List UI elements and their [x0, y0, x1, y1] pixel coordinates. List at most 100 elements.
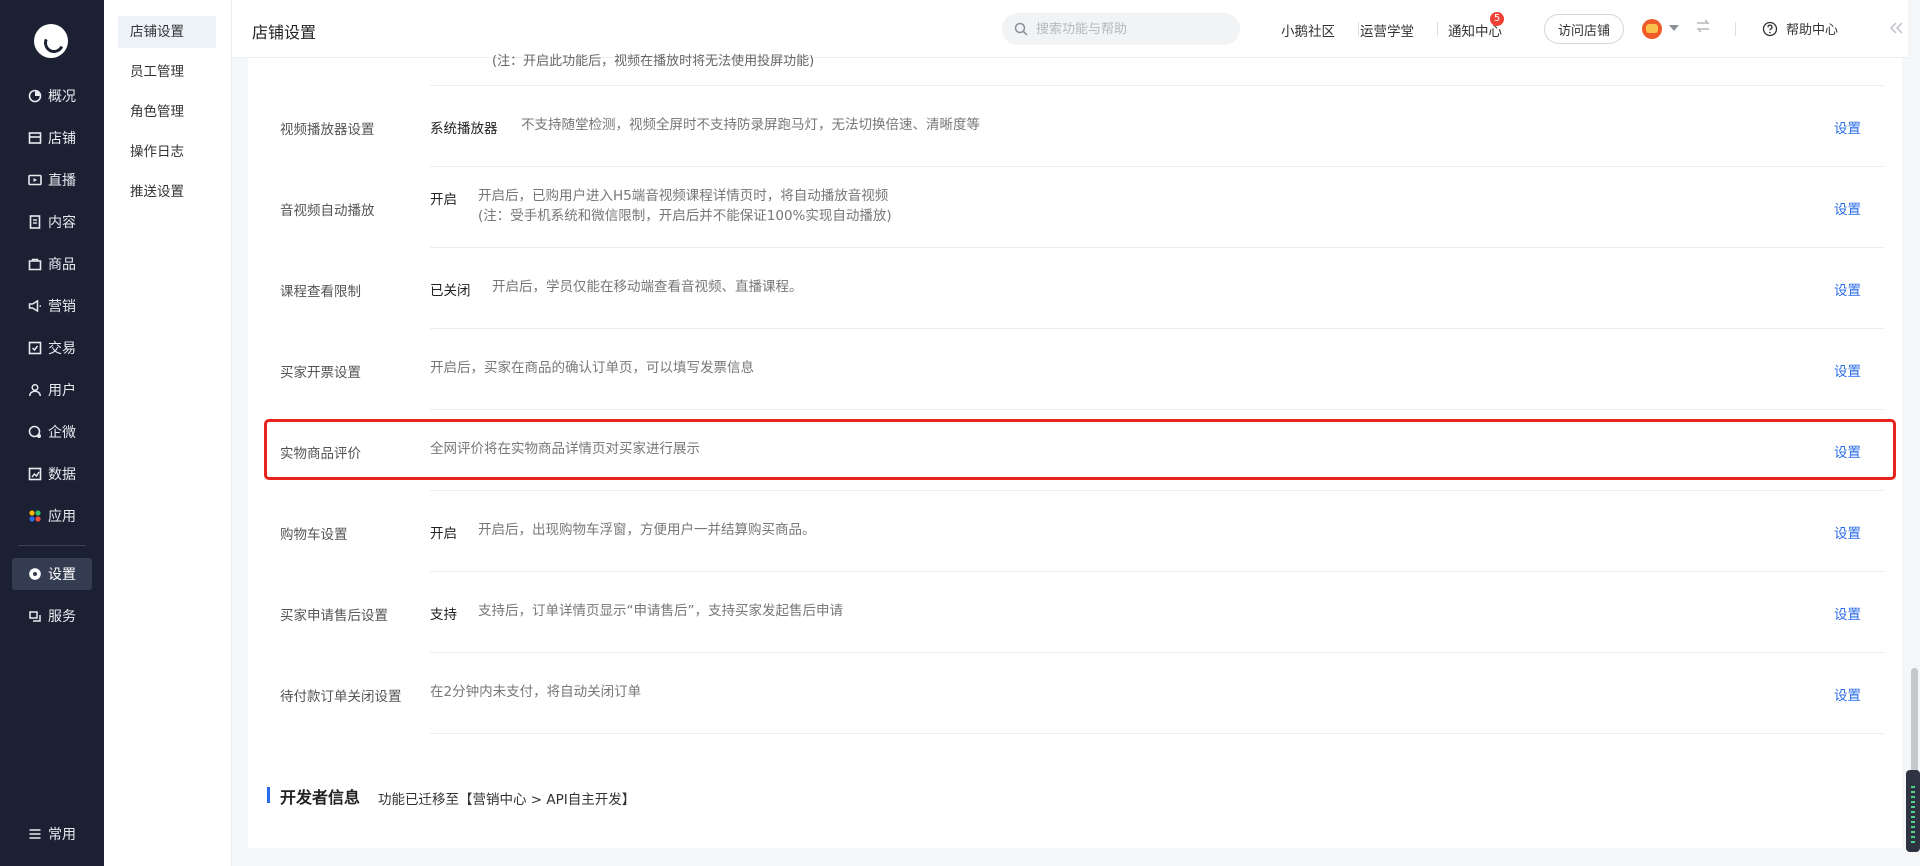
help-label: 帮助中心	[1786, 23, 1839, 38]
shop-icon	[28, 131, 42, 145]
setting-desc-note: (注：受手机系统和微信限制，开启后并不能保证100%实现自动播放)	[478, 208, 892, 224]
trade-icon	[28, 341, 42, 355]
help-center-link[interactable]: 帮助中心	[1762, 19, 1838, 38]
setting-link-cart[interactable]: 设置	[1834, 522, 1861, 542]
setting-link-unpaid-close[interactable]: 设置	[1834, 684, 1861, 704]
nav-label: 用户	[48, 383, 76, 399]
user-icon	[28, 383, 42, 397]
nav-item-live[interactable]: 直播	[12, 164, 92, 196]
collapse-icon[interactable]	[1886, 18, 1906, 38]
cut-off-note: (注：开启此功能后，视频在播放时将无法使用投屏功能)	[492, 54, 815, 69]
developer-section-desc: 功能已迁移至【营销中心 > API自主开发】	[378, 792, 636, 808]
nav-label: 常用	[48, 827, 76, 843]
nav-item-settings[interactable]: 设置	[12, 558, 92, 590]
nav-label: 应用	[48, 509, 76, 525]
setting-label: 课程查看限制	[280, 284, 361, 300]
wecom-icon	[28, 425, 42, 439]
nav-item-common[interactable]: 常用	[12, 818, 92, 850]
setting-link-aftersale[interactable]: 设置	[1834, 603, 1861, 623]
nav-item-service[interactable]: 服务	[12, 600, 92, 632]
gear-icon	[28, 567, 42, 581]
nav-item-user[interactable]: 用户	[12, 374, 92, 406]
nav-item-shop[interactable]: 店铺	[12, 122, 92, 154]
setting-link-invoice[interactable]: 设置	[1834, 360, 1861, 380]
row-divider	[430, 490, 1884, 491]
setting-label: 买家开票设置	[280, 365, 361, 381]
setting-link-player[interactable]: 设置	[1834, 117, 1861, 137]
avatar[interactable]	[1642, 19, 1662, 39]
row-divider	[430, 571, 1884, 572]
nav-item-goods[interactable]: 商品	[12, 248, 92, 280]
apps-icon	[28, 509, 42, 523]
service-icon	[28, 609, 42, 623]
search-box[interactable]	[1002, 13, 1240, 45]
notification-badge: 5	[1490, 12, 1504, 26]
row-divider	[430, 652, 1884, 653]
row-divider	[430, 328, 1884, 329]
nav-item-trade[interactable]: 交易	[12, 332, 92, 364]
nav-item-overview[interactable]: 概况	[12, 80, 92, 112]
setting-link-view-limit[interactable]: 设置	[1834, 279, 1861, 299]
page-title: 店铺设置	[252, 23, 317, 42]
setting-label: 购物车设置	[280, 527, 348, 543]
nav-label: 企微	[48, 425, 76, 441]
setting-desc: 开启后，出现购物车浮窗，方便用户一并结算购买商品。	[478, 522, 816, 538]
setting-status: 系统播放器	[430, 121, 498, 137]
setting-desc: 在2分钟内未支付，将自动关闭订单	[430, 684, 642, 700]
setting-label: 待付款订单关闭设置	[280, 689, 402, 705]
nav-label: 交易	[48, 341, 76, 357]
marketing-icon	[28, 299, 42, 313]
submenu-item-staff[interactable]: 员工管理	[118, 56, 216, 88]
nav-label: 概况	[48, 89, 76, 105]
setting-link-autoplay[interactable]: 设置	[1834, 198, 1861, 218]
row-divider	[430, 85, 1884, 86]
setting-label: 音视频自动播放	[280, 203, 375, 219]
nav-item-content[interactable]: 内容	[12, 206, 92, 238]
app-logo[interactable]	[34, 24, 68, 58]
list-icon	[28, 827, 42, 841]
nav-label: 店铺	[48, 131, 76, 147]
main-nav: 概况 店铺 直播 内容 商品 营销 交易 用户 企微 数据 应用 设置 服务 常…	[0, 0, 104, 866]
header-divider	[1735, 22, 1736, 36]
nav-label: 内容	[48, 215, 76, 231]
nav-item-apps[interactable]: 应用	[12, 500, 92, 532]
academy-link[interactable]: 运营学堂	[1360, 20, 1414, 40]
goods-icon	[28, 257, 42, 271]
search-icon	[1014, 22, 1028, 36]
developer-section-title: 开发者信息	[280, 788, 361, 807]
setting-status: 支持	[430, 607, 457, 623]
live-icon	[28, 173, 42, 187]
setting-desc: 不支持随堂检测，视频全屏时不支持防录屏跑马灯，无法切换倍速、清晰度等	[521, 117, 980, 133]
header-divider	[1437, 22, 1438, 36]
help-icon	[1762, 21, 1778, 36]
swap-icon[interactable]	[1694, 17, 1712, 35]
settings-submenu: 店铺设置 员工管理 角色管理 操作日志 推送设置	[104, 0, 232, 866]
nav-divider	[18, 545, 86, 546]
nav-item-marketing[interactable]: 营销	[12, 290, 92, 322]
nav-label: 设置	[48, 567, 76, 583]
submenu-item-roles[interactable]: 角色管理	[118, 96, 216, 128]
setting-status: 开启	[430, 192, 457, 208]
nav-item-wecom[interactable]: 企微	[12, 416, 92, 448]
visit-shop-button[interactable]: 访问店铺	[1544, 14, 1624, 44]
content-icon	[28, 215, 42, 229]
side-widget[interactable]	[1906, 770, 1920, 852]
settings-panel: (注：开启此功能后，视频在播放时将无法使用投屏功能) 视频播放器设置 系统播放器…	[248, 54, 1902, 848]
submenu-item-shop-settings[interactable]: 店铺设置	[118, 16, 216, 48]
search-input[interactable]	[1036, 21, 1226, 37]
nav-label: 商品	[48, 257, 76, 273]
nav-label: 直播	[48, 173, 76, 189]
nav-label: 服务	[48, 609, 76, 625]
community-link[interactable]: 小鹅社区	[1281, 20, 1335, 40]
setting-status: 开启	[430, 526, 457, 542]
setting-label: 视频播放器设置	[280, 122, 375, 138]
setting-desc: 开启后，学员仅能在移动端查看音视频、直播课程。	[492, 279, 803, 295]
chevron-down-icon[interactable]	[1669, 25, 1679, 31]
nav-label: 数据	[48, 467, 76, 483]
submenu-item-logs[interactable]: 操作日志	[118, 136, 216, 168]
row-divider	[430, 247, 1884, 248]
setting-desc: 开启后，已购用户进入H5端音视频课程详情页时，将自动播放音视频	[478, 188, 889, 204]
row-divider	[430, 409, 1884, 410]
nav-item-data[interactable]: 数据	[12, 458, 92, 490]
submenu-item-push[interactable]: 推送设置	[118, 176, 216, 208]
